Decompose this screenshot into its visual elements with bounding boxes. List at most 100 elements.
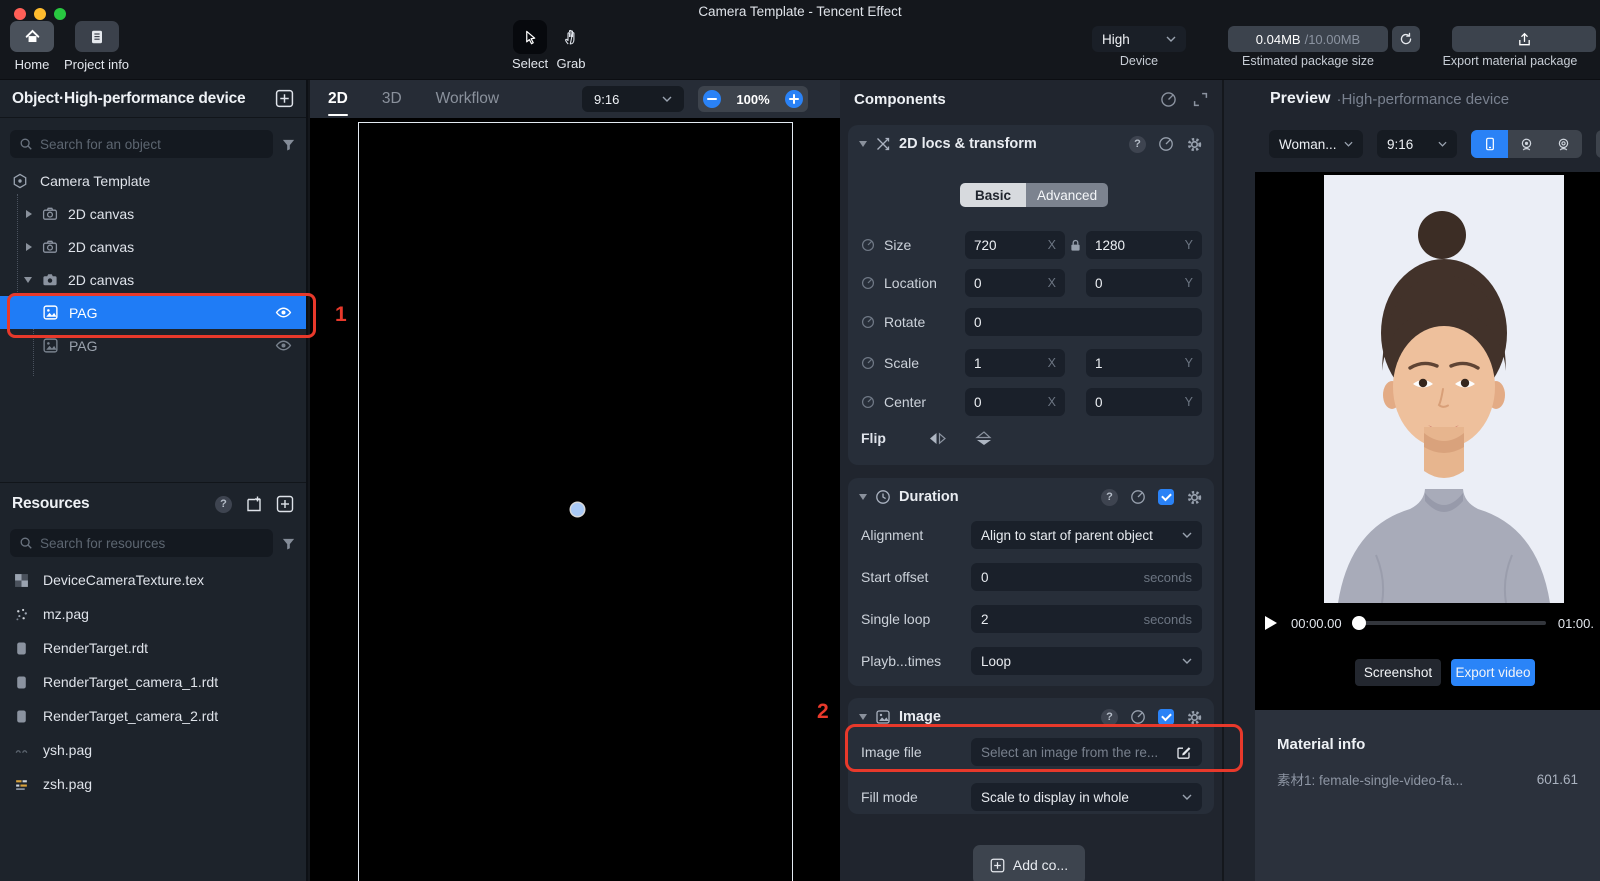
- section-expanded-icon[interactable]: [859, 714, 867, 720]
- visibility-eye-icon[interactable]: [275, 337, 292, 354]
- add-resource-button[interactable]: [276, 495, 294, 513]
- tab-2d[interactable]: 2D: [328, 90, 348, 108]
- single-loop-input[interactable]: 2 seconds: [971, 605, 1202, 633]
- phone-preview-button[interactable]: [1471, 130, 1508, 158]
- filter-icon[interactable]: [281, 137, 296, 152]
- tree-item-2d-canvas-3[interactable]: 2D canvas: [0, 263, 306, 296]
- zoom-out-button[interactable]: [703, 90, 721, 108]
- playback-slider[interactable]: [1354, 621, 1546, 625]
- reset-icon[interactable]: [1130, 709, 1146, 725]
- export-package-button[interactable]: [1452, 26, 1596, 52]
- reset-field-icon[interactable]: [861, 238, 875, 252]
- preview-refresh-button[interactable]: [1596, 130, 1600, 158]
- device-quality-dropdown[interactable]: High: [1092, 26, 1186, 52]
- size-y-input[interactable]: 1280Y: [1086, 231, 1202, 259]
- help-icon[interactable]: [1101, 709, 1118, 726]
- select-tool-button[interactable]: Select: [512, 20, 548, 71]
- canvas-anchor-point[interactable]: [571, 503, 584, 516]
- advanced-tab[interactable]: Advanced: [1026, 183, 1108, 207]
- tree-item-camera-template[interactable]: Camera Template: [0, 164, 306, 197]
- gear-icon[interactable]: [1186, 709, 1203, 726]
- screenshot-button[interactable]: Screenshot: [1355, 659, 1441, 686]
- section-expanded-icon[interactable]: [859, 141, 867, 147]
- add-object-button[interactable]: [275, 89, 294, 108]
- start-offset-input[interactable]: 0 seconds: [971, 563, 1202, 591]
- resources-search-input[interactable]: [10, 529, 273, 557]
- size-x-input[interactable]: 720X: [965, 231, 1065, 259]
- export-video-button[interactable]: Export video: [1451, 659, 1535, 686]
- zoom-in-button[interactable]: [785, 90, 803, 108]
- project-info-button[interactable]: Project info: [64, 21, 129, 72]
- aspect-ratio-dropdown[interactable]: 9:16: [582, 86, 684, 112]
- add-component-button[interactable]: Add co...: [973, 845, 1085, 881]
- import-resource-button[interactable]: [245, 495, 263, 513]
- reset-icon[interactable]: [1130, 489, 1146, 505]
- gear-icon[interactable]: [1186, 136, 1203, 153]
- refresh-package-button[interactable]: [1392, 26, 1420, 52]
- canvas-viewport-frame[interactable]: [358, 122, 793, 881]
- webcam-preview-button[interactable]: [1508, 130, 1545, 158]
- play-icon[interactable]: [1265, 616, 1277, 630]
- collapse-panel-icon[interactable]: [1193, 92, 1208, 107]
- location-y-input[interactable]: 0Y: [1086, 269, 1202, 297]
- flip-horizontal-icon[interactable]: [928, 431, 948, 446]
- home-button[interactable]: Home: [10, 21, 54, 72]
- expander-expanded-icon[interactable]: [24, 277, 32, 283]
- resource-item[interactable]: DeviceCameraTexture.tex: [0, 563, 306, 597]
- basic-tab[interactable]: Basic: [960, 183, 1026, 207]
- reset-field-icon[interactable]: [861, 395, 875, 409]
- flip-vertical-icon[interactable]: [974, 431, 994, 446]
- reset-field-icon[interactable]: [861, 315, 875, 329]
- expander-collapsed-icon[interactable]: [26, 243, 32, 251]
- rotate-input[interactable]: 0: [965, 308, 1202, 336]
- scale-x-input[interactable]: 1X: [965, 349, 1065, 377]
- reset-field-icon[interactable]: [861, 356, 875, 370]
- edit-icon[interactable]: [1176, 744, 1192, 760]
- tab-workflow[interactable]: Workflow: [436, 90, 499, 108]
- expander-collapsed-icon[interactable]: [26, 210, 32, 218]
- reset-all-icon[interactable]: [1160, 91, 1177, 108]
- tree-item-pag-2[interactable]: PAG: [0, 329, 306, 362]
- enabled-checkbox[interactable]: [1158, 489, 1174, 505]
- object-search-input[interactable]: [10, 130, 273, 158]
- alignment-dropdown[interactable]: Align to start of parent object: [971, 521, 1202, 549]
- section-expanded-icon[interactable]: [859, 494, 867, 500]
- object-search-field[interactable]: [40, 137, 264, 152]
- image-section-header[interactable]: Image: [848, 698, 1214, 736]
- tab-3d[interactable]: 3D: [382, 90, 402, 108]
- duration-section-header[interactable]: Duration: [848, 478, 1214, 516]
- resource-item[interactable]: zsh.pag: [0, 767, 306, 801]
- tree-item-pag-selected[interactable]: PAG: [0, 296, 306, 329]
- visibility-eye-icon[interactable]: [275, 304, 292, 321]
- resources-search-field[interactable]: [40, 536, 264, 551]
- fill-mode-dropdown[interactable]: Scale to display in whole: [971, 783, 1202, 811]
- help-icon[interactable]: [1129, 136, 1146, 153]
- scale-y-input[interactable]: 1Y: [1086, 349, 1202, 377]
- tree-item-2d-canvas-2[interactable]: 2D canvas: [0, 230, 306, 263]
- resource-item[interactable]: ysh.pag: [0, 733, 306, 767]
- help-icon[interactable]: [215, 496, 232, 513]
- playback-times-dropdown[interactable]: Loop: [971, 647, 1202, 675]
- resource-item[interactable]: RenderTarget_camera_2.rdt: [0, 699, 306, 733]
- transform-section-header[interactable]: 2D locs & transform: [848, 125, 1214, 163]
- model-dropdown[interactable]: Woman...: [1269, 130, 1363, 158]
- playback-slider-thumb[interactable]: [1352, 616, 1366, 630]
- tree-item-2d-canvas-1[interactable]: 2D canvas: [0, 197, 306, 230]
- filter-icon[interactable]: [281, 536, 296, 551]
- center-y-input[interactable]: 0Y: [1086, 388, 1202, 416]
- lock-icon[interactable]: [1070, 239, 1081, 252]
- image-file-picker[interactable]: Select an image from the re...: [971, 738, 1202, 766]
- enabled-checkbox[interactable]: [1158, 709, 1174, 725]
- resource-item[interactable]: mz.pag: [0, 597, 306, 631]
- gear-icon[interactable]: [1186, 489, 1203, 506]
- reset-icon[interactable]: [1158, 136, 1174, 152]
- reset-field-icon[interactable]: [861, 276, 875, 290]
- resource-item[interactable]: RenderTarget_camera_1.rdt: [0, 665, 306, 699]
- center-x-input[interactable]: 0X: [965, 388, 1065, 416]
- grab-tool-button[interactable]: Grab: [556, 20, 586, 71]
- location-x-input[interactable]: 0X: [965, 269, 1065, 297]
- help-icon[interactable]: [1101, 489, 1118, 506]
- resource-item[interactable]: RenderTarget.rdt: [0, 631, 306, 665]
- webcam2-preview-button[interactable]: [1545, 130, 1582, 158]
- preview-aspect-dropdown[interactable]: 9:16: [1377, 130, 1457, 158]
